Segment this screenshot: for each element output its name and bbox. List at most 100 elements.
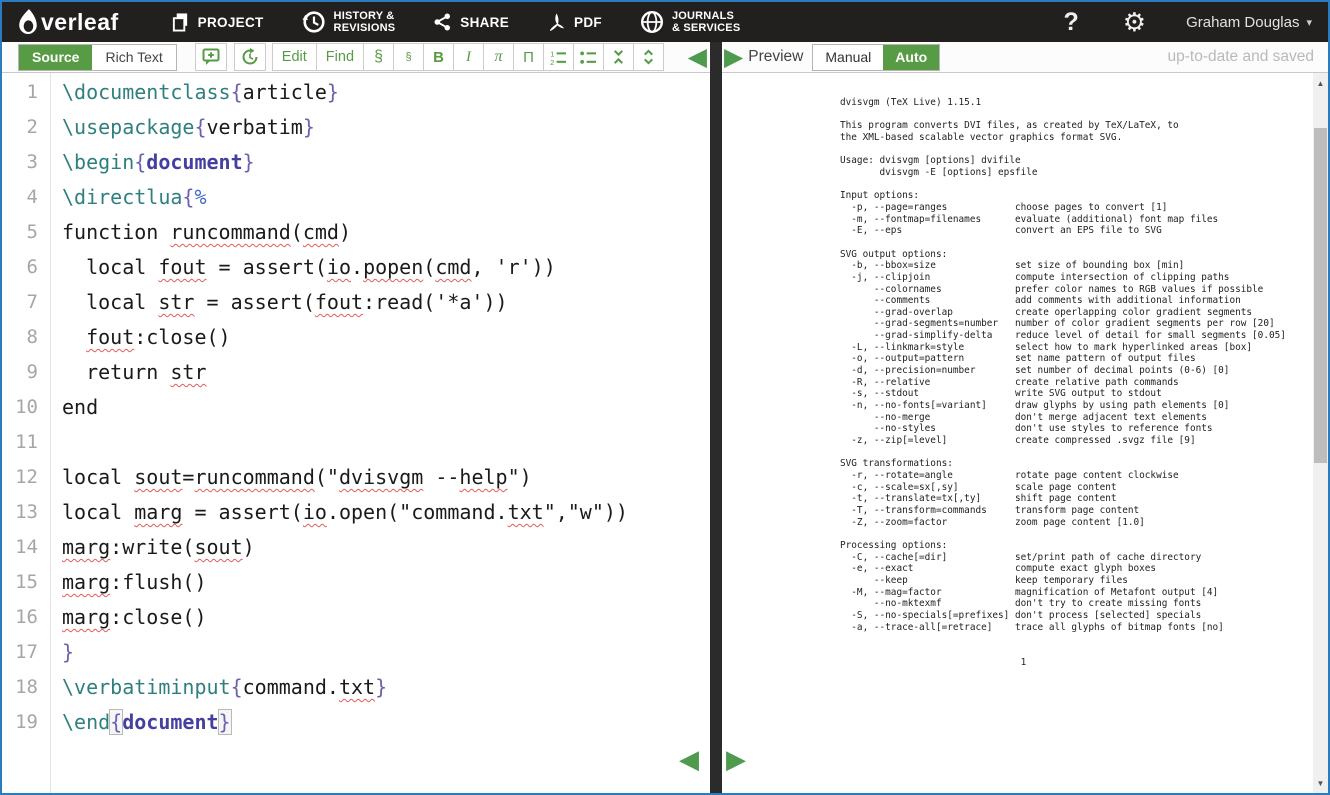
line-number: 11 bbox=[2, 425, 50, 460]
nav-journals-label: JOURNALS & SERVICES bbox=[672, 10, 740, 34]
globe-icon bbox=[640, 10, 664, 34]
code-line[interactable]: 5function runcommand(cmd) bbox=[2, 215, 710, 250]
expand-preview-bottom-icon[interactable]: ▶ bbox=[726, 746, 746, 772]
line-number: 7 bbox=[2, 285, 50, 320]
add-comment-button[interactable] bbox=[195, 43, 227, 71]
numbered-list-button[interactable]: 1 2 bbox=[543, 43, 574, 71]
nav-project[interactable]: PROJECT bbox=[171, 12, 264, 32]
code-line[interactable]: 6 local fout = assert(io.popen(cmd, 'r')… bbox=[2, 250, 710, 285]
manual-compile-button[interactable]: Manual bbox=[813, 45, 883, 70]
nav-project-label: PROJECT bbox=[198, 15, 264, 30]
italic-button[interactable]: I bbox=[453, 43, 484, 71]
scroll-down-icon[interactable]: ▼ bbox=[1313, 779, 1328, 788]
preview-pane: ▶ Preview Manual Auto up-to-date and sav… bbox=[722, 42, 1328, 793]
history-icon bbox=[241, 48, 259, 66]
inline-math-button[interactable]: π bbox=[483, 43, 514, 71]
tab-source[interactable]: Source bbox=[19, 45, 92, 70]
gear-icon[interactable]: ⚙ bbox=[1123, 9, 1146, 35]
line-number: 3 bbox=[2, 145, 50, 180]
top-navigation-bar: verleaf PROJECT HISTORY & REVISIONS bbox=[2, 2, 1328, 42]
nav-pdf-label: PDF bbox=[574, 15, 602, 30]
pdf-preview-area: dvisvgm (TeX Live) 1.15.1 This program c… bbox=[722, 73, 1328, 793]
display-math-button[interactable]: Π bbox=[513, 43, 544, 71]
section-button[interactable]: § bbox=[363, 43, 394, 71]
code-line[interactable]: 14marg:write(sout) bbox=[2, 530, 710, 565]
numbered-list-icon: 1 2 bbox=[550, 50, 567, 65]
unfold-all-button[interactable] bbox=[633, 43, 664, 71]
compile-status: up-to-date and saved bbox=[1168, 48, 1315, 66]
caret-down-icon: ▾ bbox=[1306, 16, 1312, 29]
nav-share-label: SHARE bbox=[460, 15, 509, 30]
bullet-list-icon bbox=[580, 50, 597, 65]
expand-preview-right-icon[interactable]: ▶ bbox=[724, 45, 743, 70]
overleaf-logo-text: verleaf bbox=[41, 9, 119, 36]
edit-menu-button[interactable]: Edit bbox=[272, 43, 317, 71]
line-number: 18 bbox=[2, 670, 50, 705]
fold-all-button[interactable] bbox=[603, 43, 634, 71]
main-area: Source Rich Text bbox=[2, 42, 1328, 793]
code-line[interactable]: 18\verbatiminput{command.txt} bbox=[2, 670, 710, 705]
compile-mode-toggle: Manual Auto bbox=[812, 44, 940, 71]
unfold-icon bbox=[641, 49, 656, 65]
scrollbar-thumb[interactable] bbox=[1314, 128, 1327, 463]
history-clock-icon bbox=[302, 10, 326, 34]
line-number: 4 bbox=[2, 180, 50, 215]
tab-rich-text[interactable]: Rich Text bbox=[92, 45, 175, 70]
code-line[interactable]: 2\usepackage{verbatim} bbox=[2, 110, 710, 145]
nav-share[interactable]: SHARE bbox=[433, 12, 509, 32]
code-line[interactable]: 4\directlua{% bbox=[2, 180, 710, 215]
code-line[interactable]: 17} bbox=[2, 635, 710, 670]
bold-button[interactable]: B bbox=[423, 43, 454, 71]
find-button[interactable]: Find bbox=[316, 43, 364, 71]
code-line[interactable]: 10end bbox=[2, 390, 710, 425]
share-icon bbox=[433, 12, 452, 32]
line-number: 6 bbox=[2, 250, 50, 285]
code-line[interactable]: 19\end{document} bbox=[2, 705, 710, 740]
code-line[interactable]: 7 local str = assert(fout:read('*a')) bbox=[2, 285, 710, 320]
scroll-up-icon[interactable]: ▲ bbox=[1313, 79, 1328, 88]
gutter-separator bbox=[50, 73, 51, 793]
help-icon[interactable]: ? bbox=[1063, 8, 1078, 37]
nav-pdf[interactable]: PDF bbox=[547, 12, 602, 33]
subsection-button[interactable]: § bbox=[393, 43, 424, 71]
code-line[interactable]: 8 fout:close() bbox=[2, 320, 710, 355]
user-name: Graham Douglas bbox=[1186, 14, 1299, 31]
code-lines: 1\documentclass{article}2\usepackage{ver… bbox=[2, 75, 710, 740]
editor-toolbar: Source Rich Text bbox=[2, 42, 710, 73]
code-line[interactable]: 15marg:flush() bbox=[2, 565, 710, 600]
line-number: 12 bbox=[2, 460, 50, 495]
source-code-editor[interactable]: 1\documentclass{article}2\usepackage{ver… bbox=[2, 73, 710, 793]
preview-scrollbar[interactable]: ▲ ▼ bbox=[1313, 73, 1328, 793]
preview-toolbar: ▶ Preview Manual Auto up-to-date and sav… bbox=[722, 42, 1328, 73]
nav-journals-services[interactable]: JOURNALS & SERVICES bbox=[640, 10, 740, 34]
line-number: 9 bbox=[2, 355, 50, 390]
line-number: 2 bbox=[2, 110, 50, 145]
line-number: 16 bbox=[2, 600, 50, 635]
pane-divider[interactable] bbox=[710, 42, 722, 793]
collapse-editor-bottom-icon[interactable]: ◀ bbox=[679, 746, 699, 772]
auto-compile-button[interactable]: Auto bbox=[883, 45, 939, 70]
overleaf-logo-icon bbox=[16, 8, 40, 36]
line-number: 15 bbox=[2, 565, 50, 600]
line-number: 5 bbox=[2, 215, 50, 250]
code-line[interactable]: 13local marg = assert(io.open("command.t… bbox=[2, 495, 710, 530]
code-line[interactable]: 12local sout=runcommand("dvisvgm --help"… bbox=[2, 460, 710, 495]
code-line[interactable]: 9 return str bbox=[2, 355, 710, 390]
line-number: 14 bbox=[2, 530, 50, 565]
code-line[interactable]: 3\begin{document} bbox=[2, 145, 710, 180]
line-number: 1 bbox=[2, 75, 50, 110]
bullet-list-button[interactable] bbox=[573, 43, 604, 71]
pdf-acrobat-icon bbox=[547, 12, 566, 33]
history-button[interactable] bbox=[234, 43, 266, 71]
user-menu[interactable]: Graham Douglas ▾ bbox=[1186, 14, 1312, 31]
overleaf-logo[interactable]: verleaf bbox=[16, 8, 119, 36]
code-line[interactable]: 1\documentclass{article} bbox=[2, 75, 710, 110]
code-line[interactable]: 16marg:close() bbox=[2, 600, 710, 635]
line-number: 10 bbox=[2, 390, 50, 425]
collapse-editor-left-icon[interactable]: ◀ bbox=[688, 45, 707, 70]
mode-toggle: Source Rich Text bbox=[18, 44, 177, 71]
nav-history-label: HISTORY & REVISIONS bbox=[334, 10, 396, 34]
code-line[interactable]: 11 bbox=[2, 425, 710, 460]
nav-history-revisions[interactable]: HISTORY & REVISIONS bbox=[302, 10, 396, 34]
preview-label: Preview bbox=[748, 48, 803, 66]
